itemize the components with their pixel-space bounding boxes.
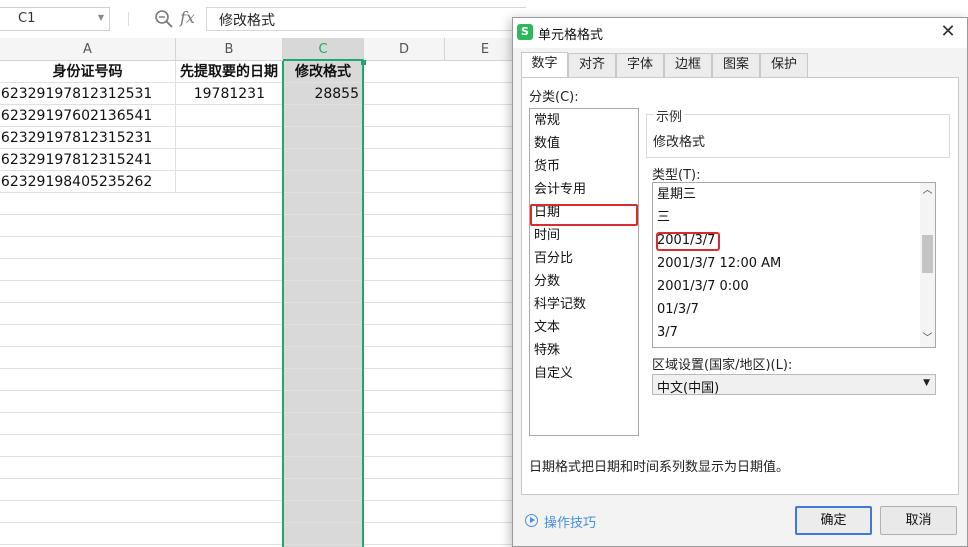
empty-cell[interactable] <box>176 435 283 457</box>
category-list[interactable]: 常规 数值 货币 会计专用 日期 时间 百分比 分数 科学记数 文本 特殊 自定… <box>529 108 639 436</box>
cell-b1[interactable]: 先提取要的日期 <box>176 61 283 83</box>
sample-value: 修改格式 <box>653 135 706 150</box>
list-item[interactable]: 特殊 <box>534 339 560 362</box>
format-description: 日期格式把日期和时间系列数显示为日期值。 <box>529 460 790 475</box>
cell-a6[interactable]: 362329198405235262 <box>0 171 176 193</box>
formula-input[interactable]: 修改格式 <box>206 7 526 31</box>
list-item[interactable]: 三 <box>657 206 670 229</box>
play-circle-icon[interactable] <box>525 514 538 527</box>
column-header-c[interactable]: C <box>283 38 364 61</box>
empty-cell[interactable] <box>176 523 283 545</box>
empty-cell[interactable] <box>176 193 283 215</box>
tips-link[interactable]: 操作技巧 <box>544 512 596 531</box>
tab-protection[interactable]: 保护 <box>760 53 808 77</box>
cell-a1[interactable]: 身份证号码 <box>0 61 176 83</box>
list-item[interactable]: 货币 <box>534 155 560 178</box>
fill-handle[interactable] <box>361 60 366 65</box>
wps-spreadsheet-icon: S <box>517 24 533 40</box>
type-list[interactable]: 星期三 三 2001/3/7 2001/3/7 12:00 AM 2001/3/… <box>652 182 936 348</box>
tab-pattern[interactable]: 图案 <box>712 53 760 77</box>
list-item[interactable]: 文本 <box>534 316 560 339</box>
function-icon[interactable]: fx <box>180 8 195 27</box>
empty-cell[interactable] <box>176 303 283 325</box>
cell-b5[interactable] <box>176 149 283 171</box>
list-item[interactable]: 分数 <box>534 270 560 293</box>
list-item[interactable]: 自定义 <box>534 362 573 385</box>
type-label: 类型(T): <box>652 168 701 183</box>
empty-cell[interactable] <box>176 479 283 501</box>
locale-select[interactable]: 中文(中国) ▼ <box>652 374 936 396</box>
type-list-scrollbar[interactable]: ︿ ﹀ <box>920 183 935 347</box>
list-item[interactable]: 常规 <box>534 109 560 132</box>
cell-c1[interactable]: 修改格式 <box>283 61 364 83</box>
sample-legend: 示例 <box>654 106 685 125</box>
chevron-down-icon[interactable]: ▼ <box>98 13 104 22</box>
divider <box>128 12 129 26</box>
chevron-down-icon[interactable]: ▼ <box>923 378 930 388</box>
cell-a2[interactable]: 362329197812312531 <box>0 83 176 105</box>
formula-value: 修改格式 <box>219 13 275 29</box>
empty-cell[interactable] <box>176 325 283 347</box>
tab-font[interactable]: 字体 <box>616 53 664 77</box>
empty-cell[interactable] <box>176 281 283 303</box>
column-header-d[interactable]: D <box>364 38 445 61</box>
column-header-b[interactable]: B <box>176 38 283 61</box>
list-item[interactable]: 百分比 <box>534 247 573 270</box>
cancel-button[interactable]: 取消 <box>880 506 957 535</box>
type-highlight-box <box>656 232 720 251</box>
empty-cell[interactable] <box>176 501 283 523</box>
list-item[interactable]: 2001/3/7 0:00 <box>657 275 749 298</box>
cell-b3[interactable] <box>176 105 283 127</box>
empty-cell[interactable] <box>176 237 283 259</box>
list-item[interactable]: 科学记数 <box>534 293 586 316</box>
cell-b4[interactable] <box>176 127 283 149</box>
empty-cell[interactable] <box>176 369 283 391</box>
ok-button[interactable]: 确定 <box>795 506 872 535</box>
dialog-titlebar[interactable]: S 单元格格式 ✕ <box>513 18 967 48</box>
cell-a3[interactable]: 362329197602136541 <box>0 105 176 127</box>
list-item[interactable]: 数值 <box>534 132 560 155</box>
zoom-formula-icon[interactable] <box>154 9 174 29</box>
locale-value: 中文(中国) <box>657 381 720 396</box>
list-item[interactable]: 会计专用 <box>534 178 586 201</box>
sample-group: 示例 修改格式 <box>646 106 950 158</box>
cell-b6[interactable] <box>176 171 283 193</box>
dialog-title: 单元格格式 <box>538 28 604 43</box>
tab-alignment[interactable]: 对齐 <box>568 53 616 77</box>
column-header-a[interactable]: A <box>0 38 176 61</box>
number-tab-panel: 分类(C): 常规 数值 货币 会计专用 日期 时间 百分比 分数 科学记数 文… <box>521 77 959 495</box>
cell-a4[interactable]: 362329197812315231 <box>0 127 176 149</box>
locale-label: 区域设置(国家/地区)(L): <box>652 358 793 373</box>
chevron-down-icon[interactable]: ﹀ <box>920 331 935 347</box>
empty-cell[interactable] <box>176 391 283 413</box>
tab-border[interactable]: 边框 <box>664 53 712 77</box>
close-icon[interactable]: ✕ <box>937 21 959 43</box>
cell-a5[interactable]: 362329197812315241 <box>0 149 176 171</box>
empty-cell[interactable] <box>176 413 283 435</box>
list-item[interactable]: 星期三 <box>657 183 696 206</box>
name-box-value: C1 <box>18 11 36 26</box>
list-item[interactable]: 时间 <box>534 224 560 247</box>
list-item[interactable]: 2001/3/7 12:00 AM <box>657 252 781 275</box>
name-box[interactable]: C1 ▼ <box>0 7 110 31</box>
empty-cell[interactable] <box>176 347 283 369</box>
list-item[interactable]: 3/7 <box>657 321 678 344</box>
empty-cell[interactable] <box>176 259 283 281</box>
category-highlight-box <box>530 204 638 226</box>
category-label: 分类(C): <box>529 90 579 105</box>
cell-c2[interactable]: 28855 <box>283 83 364 105</box>
empty-cell[interactable] <box>176 457 283 479</box>
tab-number[interactable]: 数字 <box>521 52 568 78</box>
empty-cell[interactable] <box>176 215 283 237</box>
format-cells-dialog: S 单元格格式 ✕ 数字 对齐 字体 边框 图案 保护 分类(C): 常规 数值… <box>512 17 968 547</box>
scrollbar-thumb[interactable] <box>922 235 933 273</box>
list-item[interactable]: 01/3/7 <box>657 298 699 321</box>
cell-b2[interactable]: 19781231 <box>176 83 283 105</box>
chevron-up-icon[interactable]: ︿ <box>920 183 935 199</box>
